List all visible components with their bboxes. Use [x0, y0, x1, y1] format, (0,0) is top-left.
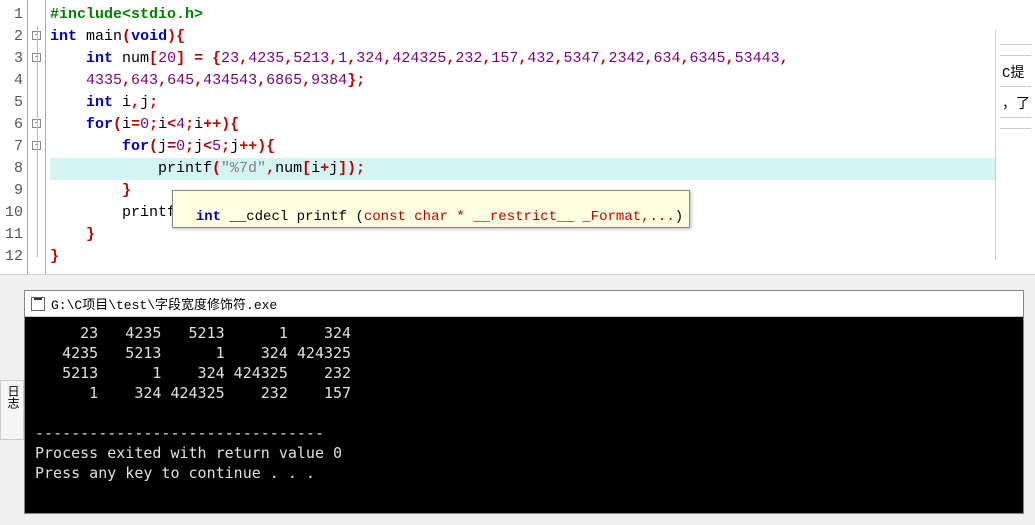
fold-marker: [28, 246, 45, 268]
line-number: 9: [0, 180, 23, 202]
code-line[interactable]: int num[20] = {23,4235,5213,1,324,424325…: [50, 48, 1035, 70]
fold-marker[interactable]: -: [28, 114, 45, 136]
fold-marker[interactable]: -: [28, 26, 45, 48]
fold-marker: [28, 4, 45, 26]
log-tab[interactable]: 日志: [0, 380, 24, 440]
sidebar-cell: [1000, 34, 1031, 45]
fold-marker: [28, 92, 45, 114]
line-number-gutter: 123456789101112: [0, 0, 28, 274]
line-number: 5: [0, 92, 23, 114]
line-number: 2: [0, 26, 23, 48]
line-number: 3: [0, 48, 23, 70]
code-area[interactable]: #include<stdio.h>int main(void){ int num…: [46, 0, 1035, 274]
code-line[interactable]: for(i=0;i<4;i++){: [50, 114, 1035, 136]
fold-column[interactable]: ----: [28, 0, 46, 274]
line-number: 12: [0, 246, 23, 268]
code-line[interactable]: 4335,643,645,434543,6865,9384};: [50, 70, 1035, 92]
fold-marker[interactable]: -: [28, 136, 45, 158]
line-number: 7: [0, 136, 23, 158]
fold-marker: [28, 202, 45, 224]
code-line[interactable]: #include<stdio.h>: [50, 4, 1035, 26]
console-window[interactable]: G:\C项目\test\字段宽度修饰符.exe 23 4235 5213 1 3…: [24, 290, 1024, 514]
console-output[interactable]: 23 4235 5213 1 324 4235 5213 1 324 42432…: [25, 317, 1023, 513]
fold-marker: [28, 180, 45, 202]
line-number: 10: [0, 202, 23, 224]
code-editor[interactable]: 123456789101112 ---- #include<stdio.h>in…: [0, 0, 1035, 275]
line-number: 6: [0, 114, 23, 136]
console-title-text: G:\C项目\test\字段宽度修饰符.exe: [51, 294, 277, 313]
sidebar-cell: ，了: [1000, 87, 1031, 118]
code-line[interactable]: int i,j;: [50, 92, 1035, 114]
sidebar-cell: [1000, 45, 1031, 56]
code-line[interactable]: int main(void){: [50, 26, 1035, 48]
fold-marker: [28, 70, 45, 92]
function-signature-tooltip: int __cdecl printf (const char * __restr…: [172, 190, 690, 228]
sidebar-cell: C提: [1000, 56, 1031, 87]
fold-marker: [28, 158, 45, 180]
code-line[interactable]: for(j=0;j<5;j++){: [50, 136, 1035, 158]
console-icon: [31, 297, 45, 311]
console-titlebar[interactable]: G:\C项目\test\字段宽度修饰符.exe: [25, 291, 1023, 317]
fold-marker: [28, 224, 45, 246]
code-line[interactable]: }: [50, 246, 1035, 268]
sidebar-cell: [1000, 118, 1031, 129]
line-number: 11: [0, 224, 23, 246]
code-line[interactable]: printf("%7d",num[i+j]);: [50, 158, 1035, 180]
line-number: 1: [0, 4, 23, 26]
fold-marker[interactable]: -: [28, 48, 45, 70]
line-number: 4: [0, 70, 23, 92]
tooltip-keyword: int: [196, 209, 221, 225]
line-number: 8: [0, 158, 23, 180]
right-sidebar: C提，了: [995, 30, 1035, 260]
